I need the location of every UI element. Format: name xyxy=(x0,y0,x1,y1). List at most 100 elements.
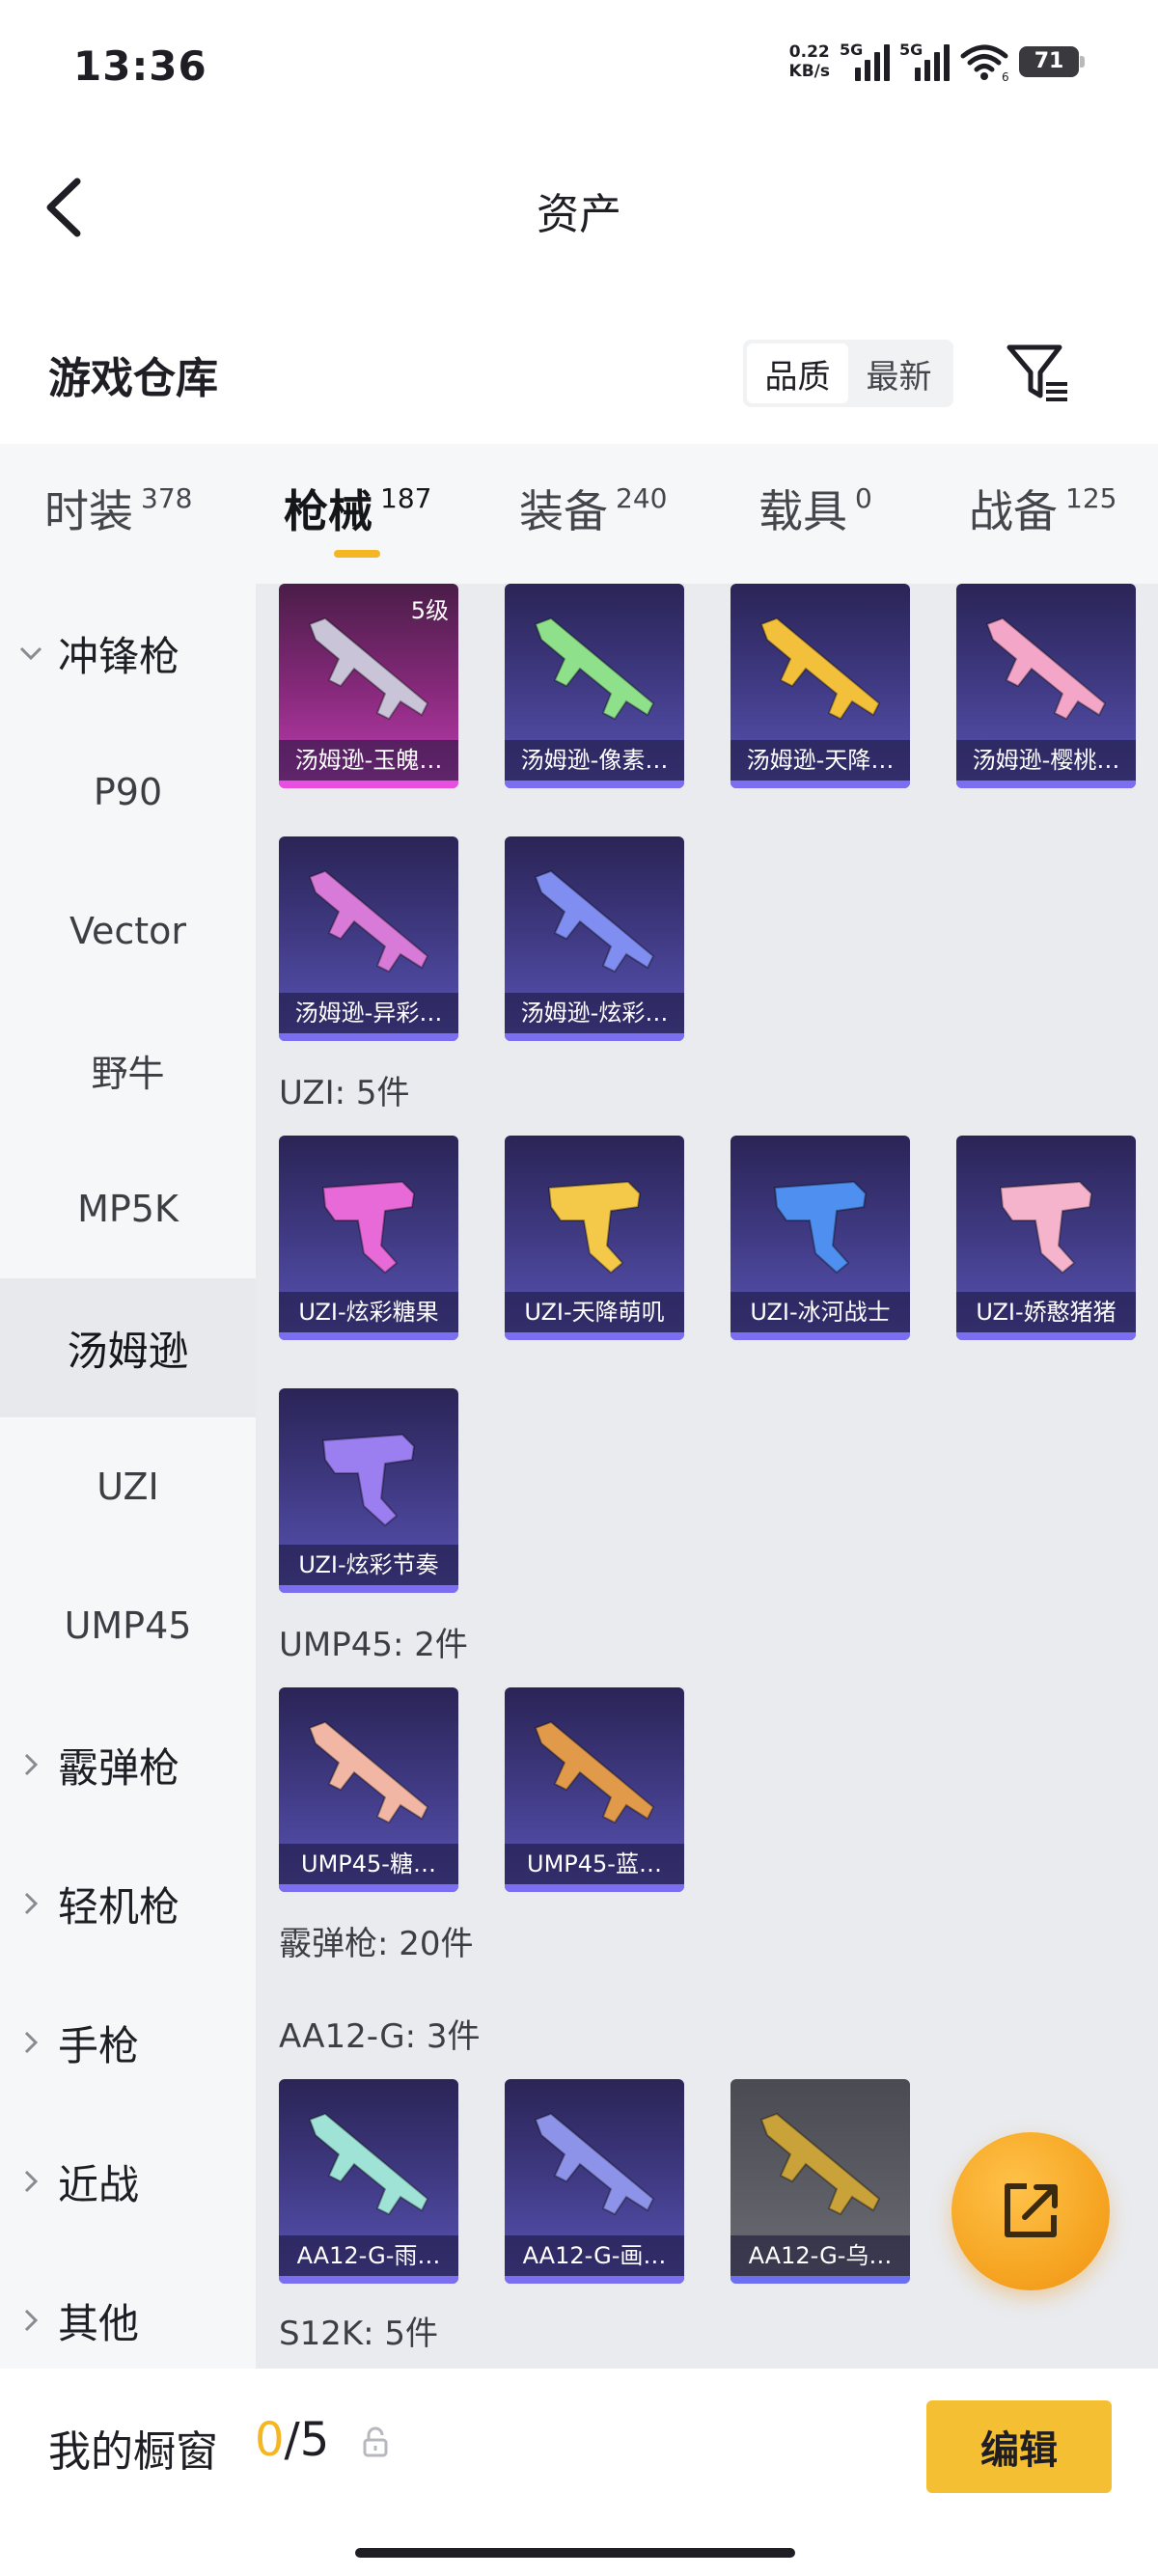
sidebar-item-bizon[interactable]: 野牛 xyxy=(0,1000,256,1139)
share-button[interactable] xyxy=(951,2132,1110,2290)
battery-icon: 71 xyxy=(1019,46,1085,77)
home-indicator[interactable] xyxy=(355,2548,795,2558)
rarity-bar xyxy=(279,1332,458,1340)
tab-firearms[interactable]: 枪械 187 xyxy=(284,477,431,540)
rarity-bar xyxy=(505,781,684,788)
signal-icon-sim2: 5G xyxy=(899,41,950,83)
item-card[interactable]: 5级 汤姆逊-玉魄… xyxy=(279,584,458,788)
wifi-icon: 6 xyxy=(960,44,1009,83)
sidebar-item-thompson[interactable]: 汤姆逊 xyxy=(0,1278,256,1417)
item-card[interactable]: 汤姆逊-像素… xyxy=(505,584,684,788)
network-speed: 0.22 KB/s xyxy=(789,42,830,81)
item-name: UMP45-蓝… xyxy=(505,1844,684,1884)
weapon-skin-image xyxy=(308,2112,429,2216)
network-speed-unit: KB/s xyxy=(788,62,830,81)
rarity-bar xyxy=(279,781,458,788)
chevron-right-icon xyxy=(24,2170,39,2193)
item-name: UZI-天降萌叽 xyxy=(505,1292,684,1332)
sidebar-group-lmg[interactable]: 轻机枪 xyxy=(0,1834,256,1973)
weapon-shape xyxy=(321,1433,416,1527)
showcase-label: 我的橱窗 xyxy=(48,2427,218,2477)
item-card[interactable]: UZI-娇憨猪猪 xyxy=(956,1136,1136,1340)
rarity-bar xyxy=(279,1585,458,1593)
weapon-skin-image xyxy=(547,1180,642,1274)
weapon-skin-image xyxy=(321,1180,416,1274)
item-card[interactable]: UZI-天降萌叽 xyxy=(505,1136,684,1340)
item-card[interactable]: 汤姆逊-樱桃… xyxy=(956,584,1136,788)
sidebar-item-uzi[interactable]: UZI xyxy=(0,1417,256,1556)
sidebar-group-melee[interactable]: 近战 xyxy=(0,2112,256,2251)
sidebar-group-smg[interactable]: 冲锋枪 xyxy=(0,584,256,723)
edit-button[interactable]: 编辑 xyxy=(926,2400,1112,2493)
sidebar-group-shotgun[interactable]: 霰弹枪 xyxy=(0,1695,256,1834)
rarity-bar xyxy=(505,1884,684,1892)
network-speed-value: 0.22 xyxy=(788,42,830,62)
item-name: UZI-炫彩节奏 xyxy=(279,1545,458,1585)
rarity-bar xyxy=(505,1033,684,1041)
item-card[interactable]: UMP45-蓝… xyxy=(505,1687,684,1892)
rarity-bar xyxy=(731,781,910,788)
item-card[interactable]: 汤姆逊-天降… xyxy=(731,584,910,788)
weapon-skin-image xyxy=(534,1720,655,1824)
item-name: 汤姆逊-天降… xyxy=(731,740,910,781)
tab-equipment[interactable]: 装备 240 xyxy=(519,477,667,540)
sort-by-newest[interactable]: 最新 xyxy=(848,343,950,403)
warehouse-header: 游戏仓库 品质 最新 xyxy=(0,318,1158,434)
showcase-count-current: 0 xyxy=(255,2413,285,2467)
share-out-icon xyxy=(1005,2183,1058,2237)
item-card[interactable]: UZI-炫彩糖果 xyxy=(279,1136,458,1340)
weapon-category-sidebar: 冲锋枪 P90 Vector 野牛 MP5K 汤姆逊 UZI UMP45 霰弹枪… xyxy=(0,584,256,2369)
status-bar: 13:36 0.22 KB/s 5G 5G 6 71 xyxy=(0,0,1158,145)
weapon-skin-image xyxy=(308,869,429,973)
sidebar-group-label: 近战 xyxy=(58,2160,140,2208)
app-header: 资产 xyxy=(0,145,1158,270)
sidebar-group-label: 冲锋枪 xyxy=(58,632,180,680)
item-card[interactable]: AA12-G-乌… xyxy=(731,2079,910,2284)
rarity-bar xyxy=(956,781,1136,788)
weapon-skin-image xyxy=(321,1433,416,1527)
chevron-right-icon xyxy=(24,2031,39,2054)
item-card[interactable]: 汤姆逊-炫彩… xyxy=(505,836,684,1041)
weapon-skin-image xyxy=(759,2112,881,2216)
weapon-shape xyxy=(759,2112,881,2216)
sort-by-quality[interactable]: 品质 xyxy=(747,343,848,403)
filter-icon[interactable] xyxy=(1004,342,1071,405)
item-card[interactable]: AA12-G-雨… xyxy=(279,2079,458,2284)
showcase-count: 0/5 xyxy=(255,2413,329,2467)
level-badge: 5级 xyxy=(410,597,449,624)
sidebar-group-label: 其他 xyxy=(58,2299,140,2347)
item-card[interactable]: UMP45-糖… xyxy=(279,1687,458,1892)
tab-fashion[interactable]: 时装 378 xyxy=(44,477,192,540)
item-name: UMP45-糖… xyxy=(279,1844,458,1884)
chevron-right-icon xyxy=(24,1892,39,1915)
item-card[interactable]: UZI-炫彩节奏 xyxy=(279,1388,458,1593)
page-title: 资产 xyxy=(537,190,621,239)
item-name: UZI-娇憨猪猪 xyxy=(956,1292,1136,1332)
sidebar-item-ump45[interactable]: UMP45 xyxy=(0,1556,256,1695)
sidebar-item-mp5k[interactable]: MP5K xyxy=(0,1139,256,1278)
signal-icon-sim1: 5G xyxy=(840,41,890,83)
section-label-shotgun: 霰弹枪: 20件 xyxy=(279,1925,474,1963)
wifi-badge: 6 xyxy=(1002,70,1009,83)
sidebar-item-p90[interactable]: P90 xyxy=(0,723,256,862)
weapon-shape xyxy=(534,869,655,973)
item-card[interactable]: AA12-G-画… xyxy=(505,2079,684,2284)
chevron-right-icon xyxy=(24,1753,39,1776)
sidebar-group-pistol[interactable]: 手枪 xyxy=(0,1973,256,2112)
item-name: AA12-G-乌… xyxy=(731,2235,910,2276)
section-label-s12k: S12K: 5件 xyxy=(279,2315,439,2353)
weapon-shape xyxy=(321,1180,416,1274)
item-name: AA12-G-画… xyxy=(505,2235,684,2276)
weapon-skin-image xyxy=(773,1180,868,1274)
tab-vehicles[interactable]: 载具 0 xyxy=(758,477,872,540)
sidebar-group-label: 霰弹枪 xyxy=(58,1743,180,1792)
item-card[interactable]: 汤姆逊-异彩… xyxy=(279,836,458,1041)
weapon-shape xyxy=(534,617,655,721)
weapon-skin-image xyxy=(534,869,655,973)
weapon-shape xyxy=(534,2112,655,2216)
sidebar-item-vector[interactable]: Vector xyxy=(0,862,256,1000)
item-name: 汤姆逊-樱桃… xyxy=(956,740,1136,781)
item-card[interactable]: UZI-冰河战士 xyxy=(731,1136,910,1340)
tab-supplies[interactable]: 战备 125 xyxy=(969,477,1117,540)
weapon-shape xyxy=(308,2112,429,2216)
